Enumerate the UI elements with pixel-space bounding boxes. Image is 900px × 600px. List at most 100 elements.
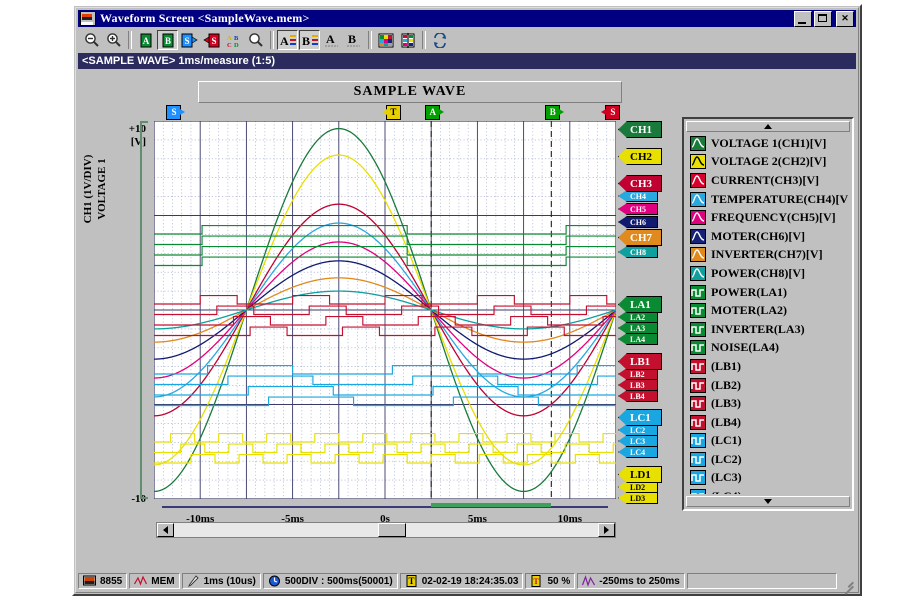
channel-flag-ch1[interactable]: CH1 xyxy=(618,121,662,138)
legend-item[interactable]: MOTER(CH6)[V] xyxy=(690,227,848,246)
clock-icon xyxy=(268,575,280,587)
legend-scroll-down-button[interactable] xyxy=(686,496,850,507)
channel-flag-lb3[interactable]: LB3 xyxy=(618,379,658,391)
channel-flag-ld3[interactable]: LD3 xyxy=(618,492,658,504)
channel-flag-ld1[interactable]: LD1 xyxy=(618,466,662,483)
legend-item-label: (LC4) xyxy=(711,489,742,494)
channel-flag-ch5[interactable]: CH5 xyxy=(618,203,658,215)
legend-item[interactable]: NOISE(LA4) xyxy=(690,339,848,358)
zoom-in-button[interactable] xyxy=(103,30,124,50)
legend-item[interactable]: VOLTAGE 2(CH2)[V] xyxy=(690,153,848,172)
scrollbar-track[interactable] xyxy=(174,523,598,537)
display-all-button[interactable] xyxy=(375,30,396,50)
channel-flag-ch7[interactable]: CH7 xyxy=(618,229,662,246)
analog-wave-icon xyxy=(690,154,706,170)
marker-search-end[interactable]: S xyxy=(601,105,621,120)
mark-b-button[interactable]: B xyxy=(299,30,320,50)
channel-flag-la1[interactable]: LA1 xyxy=(618,296,662,313)
cursor-a-button[interactable]: A xyxy=(135,30,156,50)
horizontal-scrollbar[interactable] xyxy=(156,522,616,538)
trigger-t-icon: T xyxy=(406,575,417,587)
analog-wave-icon xyxy=(690,265,706,281)
legend-scroll-up-button[interactable] xyxy=(686,121,850,132)
channel-flag-lb4[interactable]: LB4 xyxy=(618,390,658,402)
legend-item[interactable]: MOTER(LA2) xyxy=(690,301,848,320)
digital-pulse-icon xyxy=(690,396,706,412)
maximize-button[interactable] xyxy=(814,10,832,27)
search-end-button[interactable]: S xyxy=(201,30,222,50)
jump-a-button[interactable]: A xyxy=(321,30,342,50)
channel-flag-ch8[interactable]: CH8 xyxy=(618,246,658,258)
legend-item[interactable]: VOLTAGE 1(CH1)[V] xyxy=(690,134,848,153)
digital-pulse-icon xyxy=(690,284,706,300)
abcd-search-button[interactable]: A B C D xyxy=(223,30,244,50)
channel-flag-lc4[interactable]: LC4 xyxy=(618,446,658,458)
plot-title-box: SAMPLE WAVE xyxy=(198,81,622,103)
waveform-plot[interactable] xyxy=(154,121,616,499)
refresh-button[interactable] xyxy=(429,30,450,50)
model-status: 8855 xyxy=(78,573,128,589)
legend-item[interactable]: INVERTER(CH7)[V] xyxy=(690,246,848,265)
window-titlebar[interactable]: Waveform Screen <SampleWave.mem> ✕ xyxy=(78,10,856,27)
scroll-left-button[interactable] xyxy=(157,523,174,537)
legend-item[interactable]: (LC3) xyxy=(690,469,848,488)
scroll-right-button[interactable] xyxy=(598,523,615,537)
legend-item-list[interactable]: VOLTAGE 1(CH1)[V] VOLTAGE 2(CH2)[V] CURREN… xyxy=(690,134,848,494)
svg-text:C: C xyxy=(227,42,232,48)
channel-flag-label: CH5 xyxy=(630,204,646,214)
legend-item[interactable]: (LC1) xyxy=(690,432,848,451)
channel-flag-label: LA2 xyxy=(630,312,646,322)
zoom-out-button[interactable] xyxy=(81,30,102,50)
legend-item[interactable]: POWER(CH8)[V] xyxy=(690,264,848,283)
window-inner: Waveform Screen <SampleWave.mem> ✕ A B S… xyxy=(75,7,859,593)
channel-flag-lc3[interactable]: LC3 xyxy=(618,435,658,447)
status-filler xyxy=(686,573,837,589)
legend-item[interactable]: (LB2) xyxy=(690,376,848,395)
pen-icon xyxy=(187,575,199,587)
legend-item[interactable]: (LC4) xyxy=(690,487,848,494)
legend-item[interactable]: (LC2) xyxy=(690,450,848,469)
scroll-down-arrow-icon xyxy=(764,499,772,504)
jump-b-button[interactable]: B xyxy=(343,30,364,50)
channel-flag-lb1[interactable]: LB1 xyxy=(618,353,662,370)
legend-item-label: (LB4) xyxy=(711,414,741,429)
channel-flag-ch2[interactable]: CH2 xyxy=(618,148,662,165)
marker-trigger[interactable]: T xyxy=(381,105,401,120)
channel-flag-label: CH6 xyxy=(630,217,646,227)
legend-item[interactable]: CURRENT(CH3)[V] xyxy=(690,171,848,190)
channel-select-button[interactable] xyxy=(397,30,418,50)
channel-flag-la4[interactable]: LA4 xyxy=(618,333,658,345)
legend-item[interactable]: TEMPERATURE(CH4)[V] xyxy=(690,190,848,209)
legend-item[interactable]: FREQUENCY(CH5)[V] xyxy=(690,208,848,227)
legend-item[interactable]: INVERTER(LA3) xyxy=(690,320,848,339)
marker-search-start[interactable]: S xyxy=(166,105,186,120)
resize-grip[interactable] xyxy=(841,574,855,588)
mark-a-button[interactable]: A xyxy=(277,30,298,50)
legend-item[interactable]: (LB3) xyxy=(690,394,848,413)
channel-flag-ch6[interactable]: CH6 xyxy=(618,216,658,228)
channel-flag-ch3[interactable]: CH3 xyxy=(618,175,662,192)
letter-b-list-icon: B xyxy=(302,34,318,48)
legend-item[interactable]: POWER(LA1) xyxy=(690,283,848,302)
close-button[interactable]: ✕ xyxy=(836,10,854,27)
search-start-button[interactable]: S xyxy=(179,30,200,50)
legend-item-label: VOLTAGE 2(CH2)[V] xyxy=(711,154,827,169)
channel-flag-label: LB4 xyxy=(630,391,645,401)
minimize-button[interactable] xyxy=(794,10,812,27)
legend-item[interactable]: (LB1) xyxy=(690,357,848,376)
legend-item-label: (LC2) xyxy=(711,451,742,466)
toolbar-separator xyxy=(368,31,372,49)
legend-item[interactable]: (LB4) xyxy=(690,413,848,432)
marker-cursor-b[interactable]: B xyxy=(545,105,565,120)
main-toolbar: A B S S A B C D A B A B xyxy=(78,28,856,52)
legend-item-label: MOTER(LA2) xyxy=(711,303,787,318)
channel-flag-la3[interactable]: LA3 xyxy=(618,322,658,334)
cursor-b-button[interactable]: B xyxy=(157,30,178,50)
scrollbar-thumb[interactable] xyxy=(377,523,406,537)
marker-label: A xyxy=(429,107,436,117)
marker-cursor-a[interactable]: A xyxy=(425,105,445,120)
search-button[interactable] xyxy=(245,30,266,50)
channel-flag-label: LC1 xyxy=(630,411,651,424)
legend-item-label: POWER(CH8)[V] xyxy=(711,265,805,280)
channel-flag-lc1[interactable]: LC1 xyxy=(618,409,662,426)
